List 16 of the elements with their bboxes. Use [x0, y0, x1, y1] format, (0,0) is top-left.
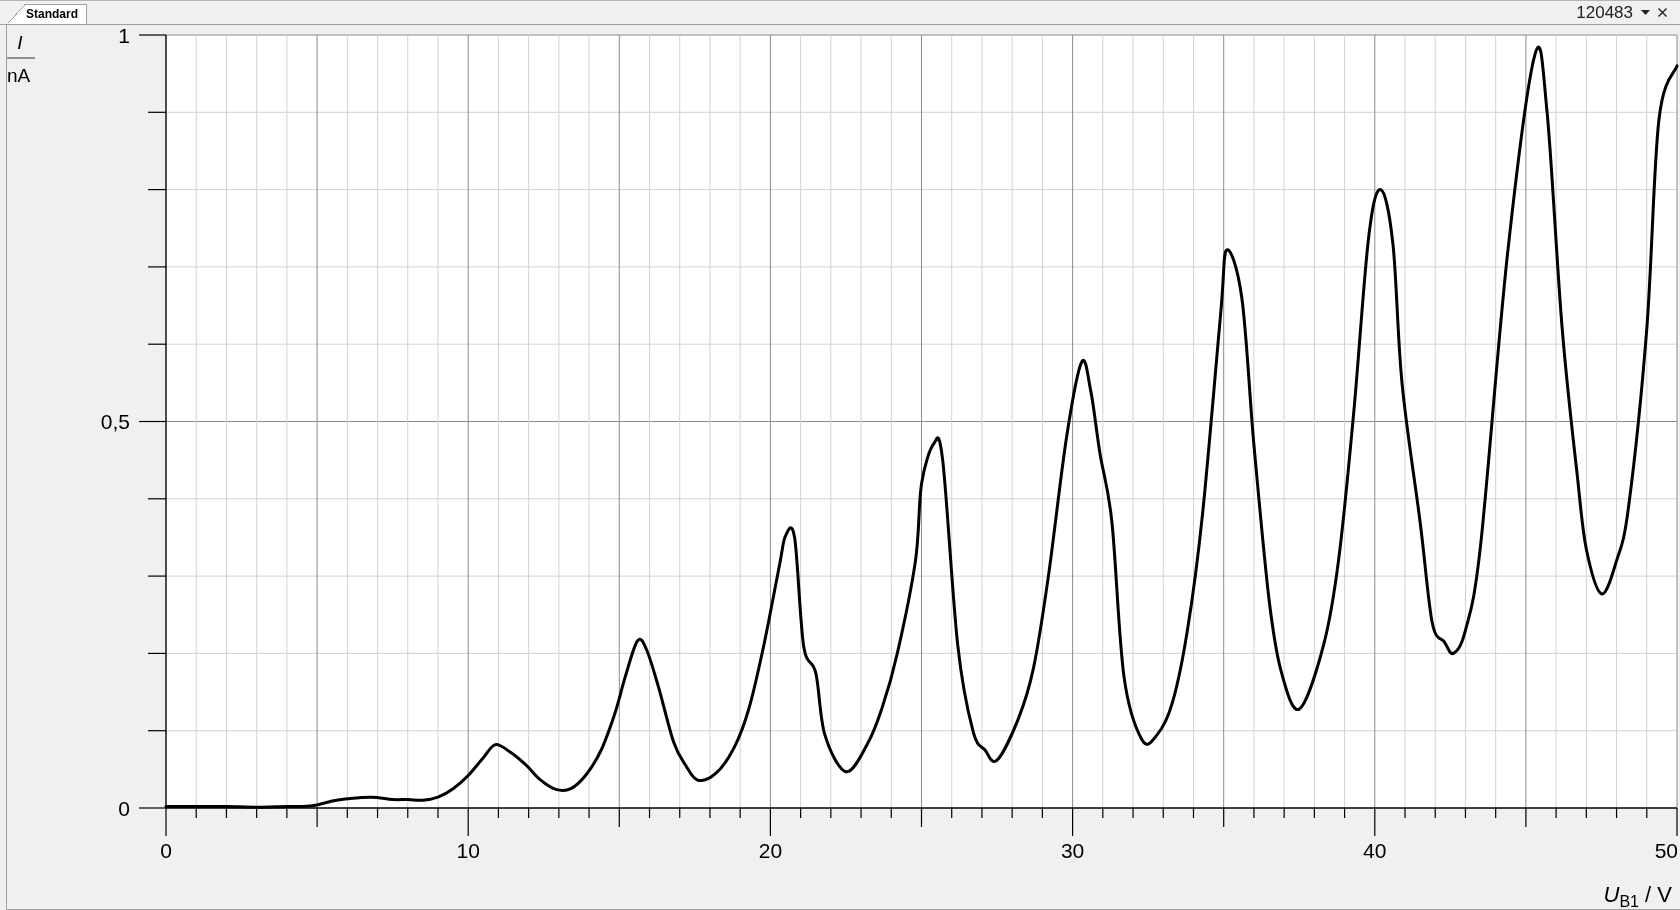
x-tick-label: 40 [1363, 839, 1387, 862]
x-tick-label: 0 [160, 839, 172, 862]
x-tick-label: 30 [1060, 839, 1085, 862]
y-tick-label: 0 [118, 796, 130, 820]
x-tick-label: 50 [1654, 839, 1678, 862]
y-tick-label: 0,5 [100, 410, 130, 433]
x-tick-label: 20 [758, 839, 783, 862]
close-icon[interactable] [1658, 8, 1667, 17]
y-axis-unit: nA [7, 65, 31, 86]
x-tick-label: 10 [456, 839, 480, 862]
x-axis-label: U$_{B1}$ / V [1603, 884, 1672, 906]
caret-icon[interactable] [1641, 10, 1650, 15]
y-tick-label: 1 [118, 25, 130, 47]
document-label: 120483 [1576, 2, 1633, 23]
y-axis-quantity: I [17, 32, 23, 53]
tab[interactable]: Standard [8, 4, 87, 24]
